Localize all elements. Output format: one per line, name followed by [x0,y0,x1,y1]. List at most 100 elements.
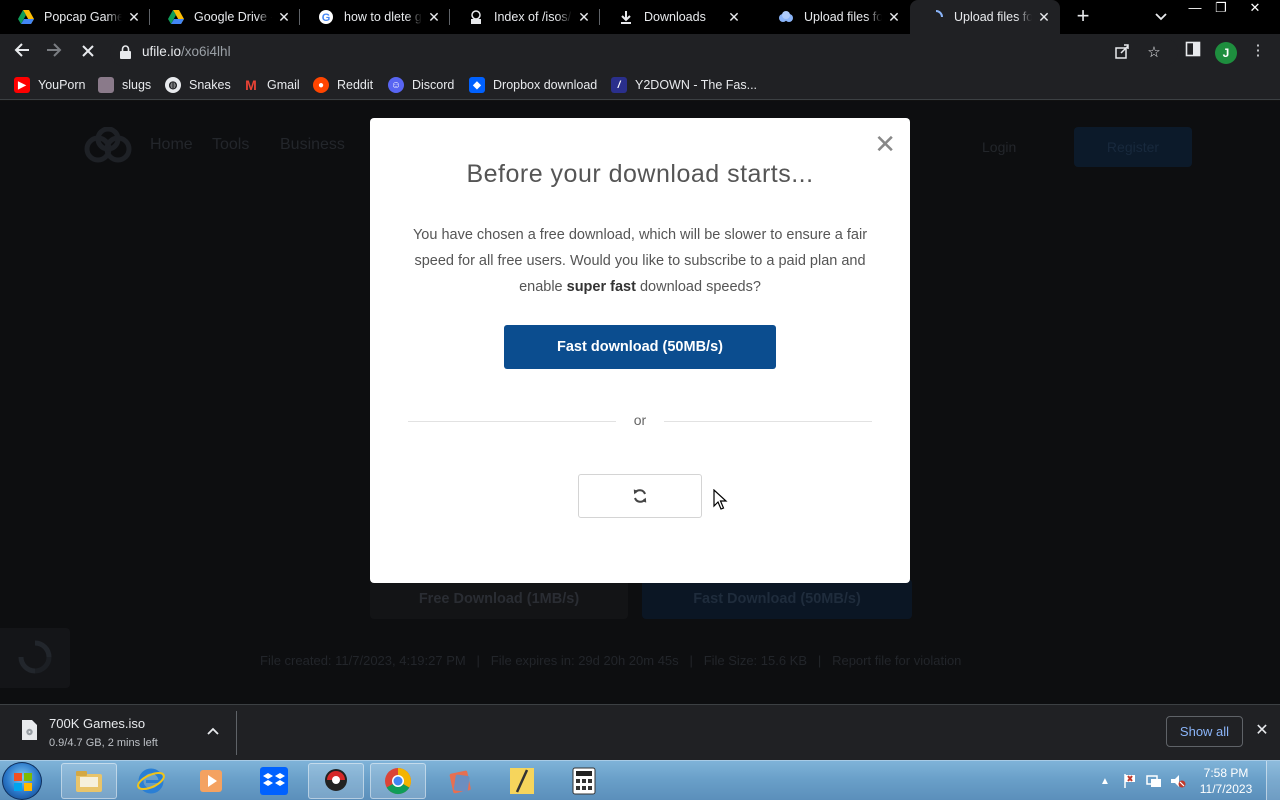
chrome-button[interactable] [370,763,426,799]
bookmark-slugs[interactable]: slugs [98,76,151,94]
stop-loading-button[interactable] [76,40,100,64]
bookmark-reddit[interactable]: ● Reddit [313,76,373,94]
tab-title: Google Drive - V [194,10,272,24]
calculator-button[interactable] [556,763,612,799]
network-icon[interactable] [1146,773,1162,789]
y2down-icon: / [611,77,627,93]
download-filename[interactable]: 700K Games.iso [49,716,145,731]
close-icon[interactable]: ✕ [276,9,292,26]
bookmark-gmail[interactable]: M Gmail [243,76,300,94]
chevron-up-icon[interactable] [204,722,222,740]
fast-download-button[interactable]: Fast download (50MB/s) [504,325,776,369]
tab-0[interactable]: Popcap Game C ✕ [0,0,150,34]
tab-title: Upload files for [804,10,882,24]
bookmark-label: Dropbox download [493,78,598,92]
chevron-down-icon[interactable] [1150,6,1172,28]
youtube-icon: ▶ [14,77,30,93]
login-link[interactable]: Login [982,139,1016,155]
reddit-icon: ● [313,77,329,93]
free-download-countdown-button[interactable] [578,474,702,518]
taskbar-clock[interactable]: 7:58 PM 11/7/2023 [1195,765,1257,797]
close-icon[interactable]: ✕ [1253,722,1271,740]
notes-app-button[interactable] [494,763,550,799]
download-divider [236,711,237,755]
chrome-icon [385,768,412,795]
file-explorer-button[interactable] [61,763,117,799]
recaptcha-badge[interactable] [0,628,70,688]
free-download-button[interactable]: Free Download (1MB/s) [370,579,628,619]
internet-explorer-button[interactable] [123,763,179,799]
chat-app-button[interactable] [308,763,364,799]
tab-2[interactable]: G how to dlete go ✕ [300,0,450,34]
mouse-cursor-icon [713,489,728,510]
profile-avatar[interactable]: J [1215,42,1237,64]
bookmark-label: Reddit [337,78,374,92]
nav-business[interactable]: Business [280,136,345,154]
url-domain: ufile.io [142,44,182,59]
bookmark-youporn[interactable]: ▶ YouPorn [14,76,86,94]
close-icon[interactable]: ✕ [126,9,142,26]
forward-button[interactable] [42,40,66,64]
ufile-logo-icon [84,127,132,163]
star-icon[interactable]: ☆ [1144,43,1164,63]
game-app-button[interactable] [432,763,488,799]
tab-6-active[interactable]: Upload files for ✕ [910,0,1060,34]
file-icon [20,719,38,746]
register-button[interactable]: Register [1074,127,1192,167]
address-bar[interactable]: ufile.io/xo6i4lhl ☆ [110,38,1178,66]
nav-tools[interactable]: Tools [212,136,249,154]
tab-title: Popcap Game C [44,10,122,24]
show-all-button[interactable]: Show all [1166,716,1243,747]
tab-strip: Popcap Game C ✕ Google Drive - V ✕ G how… [0,0,1280,34]
tab-1[interactable]: Google Drive - V ✕ [150,0,300,34]
close-icon[interactable]: ✕ [426,9,442,26]
chat-app-icon [325,769,347,791]
fast-download-bg-button[interactable]: Fast Download (50MB/s) [642,579,912,619]
bookmark-discord[interactable]: ☺ Discord [388,76,454,94]
side-panel-icon[interactable] [1183,41,1203,61]
dropbox-icon [260,767,288,795]
tab-4[interactable]: Downloads ✕ [600,0,750,34]
download-shelf: 700K Games.iso 0.9/4.7 GB, 2 mins left S… [0,704,1280,760]
dropbox-icon: ◆ [469,77,485,93]
show-hidden-icons-icon[interactable]: ▲ [1100,776,1110,787]
close-icon[interactable]: ✕ [874,131,896,157]
modal-body-bold: super fast [566,279,636,295]
notes-app-icon [510,768,534,794]
tab-title: Index of /isos/ [494,10,572,24]
close-icon[interactable]: ✕ [726,9,742,26]
archive-icon [468,9,484,25]
discord-icon: ☺ [388,77,404,93]
show-desktop-button[interactable] [1266,761,1280,800]
tab-5[interactable]: Upload files for ✕ [760,0,910,34]
close-icon[interactable]: ✕ [576,9,592,26]
modal-body-text-end: download speeds? [635,279,761,295]
volume-muted-icon[interactable] [1170,773,1186,789]
lock-icon[interactable] [120,45,131,64]
bookmark-label: Y2DOWN - The Fas... [635,78,758,92]
close-icon[interactable]: ✕ [1036,9,1052,26]
close-icon[interactable]: ✕ [886,9,902,26]
dropbox-taskbar-button[interactable] [246,763,302,799]
share-icon[interactable] [1112,43,1132,63]
restore-button[interactable]: ❐ [1206,0,1236,18]
tab-3[interactable]: Index of /isos/ ✕ [450,0,600,34]
bookmark-dropbox[interactable]: ◆ Dropbox download [469,76,597,94]
action-center-flag-icon[interactable] [1122,773,1138,789]
close-window-button[interactable]: ✕ [1240,0,1270,18]
internet-explorer-icon [137,768,165,794]
game-app-icon [449,770,471,794]
google-icon: G [318,9,334,25]
new-tab-button[interactable]: + [1070,4,1096,30]
media-player-button[interactable] [183,763,239,799]
bookmark-label: slugs [122,78,152,92]
google-drive-icon [168,9,184,25]
start-button[interactable] [2,762,42,800]
bookmark-y2down[interactable]: / Y2DOWN - The Fas... [611,76,757,94]
kebab-menu-icon[interactable]: ⋮ [1248,41,1268,61]
back-button[interactable] [10,40,34,64]
nav-home[interactable]: Home [150,136,193,154]
refresh-icon [633,489,647,503]
bookmark-snakes[interactable]: ◍ Snakes [165,76,231,94]
divider-right [664,421,872,422]
